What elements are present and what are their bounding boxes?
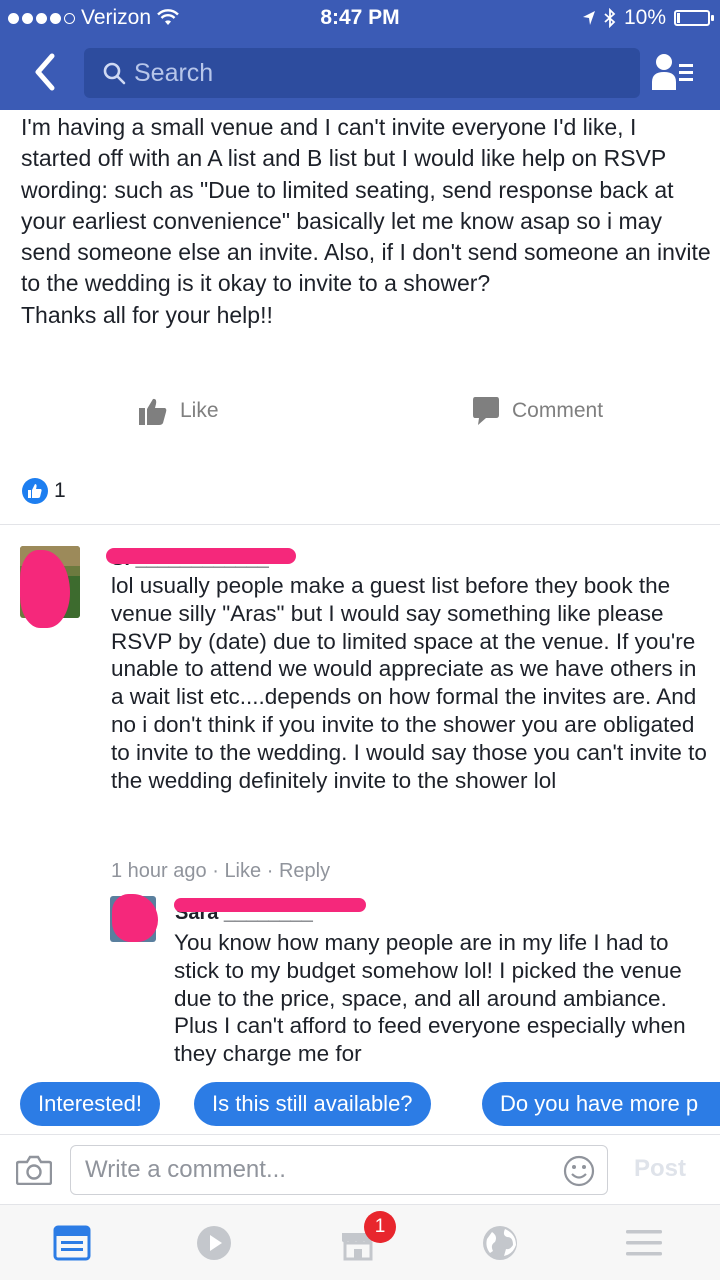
top-nav-bar: Verizon 8:47 PM 10%: [0, 0, 720, 110]
search-icon: [103, 62, 126, 85]
back-arrow-icon[interactable]: [30, 52, 60, 92]
divider: [0, 524, 720, 525]
search-bar[interactable]: [84, 48, 640, 98]
redaction-mark: [112, 894, 158, 942]
comment-reply-link[interactable]: Reply: [279, 860, 330, 882]
post-paragraph: Thanks all for your help!!: [21, 301, 273, 328]
emoji-icon[interactable]: [563, 1155, 595, 1187]
quick-reply-interested[interactable]: Interested!: [20, 1082, 160, 1126]
reaction-summary[interactable]: 1: [22, 478, 66, 504]
quick-reply-still-available[interactable]: Is this still available?: [194, 1082, 431, 1126]
comment-composer: Post: [0, 1134, 720, 1204]
comment-button[interactable]: Comment: [472, 396, 603, 426]
globe-notifications-icon[interactable]: [480, 1223, 520, 1263]
comment-timestamp: 1 hour ago: [111, 860, 207, 882]
meta-separator: ·: [266, 860, 274, 882]
comment-like-link[interactable]: Like: [224, 860, 261, 882]
reply-text: You know how many people are in my life …: [174, 930, 686, 1067]
comment-label: Comment: [512, 399, 604, 422]
bottom-tab-bar: 1: [0, 1204, 720, 1280]
quick-reply-chips: Interested! Is this still available? Do …: [0, 1082, 720, 1128]
post-body: I'm having a small venue and I can't inv…: [21, 112, 711, 331]
reaction-count: 1: [54, 479, 66, 502]
friend-requests-icon[interactable]: [652, 52, 694, 92]
quick-reply-have-more[interactable]: Do you have more p: [482, 1082, 720, 1126]
bluetooth-icon: [604, 8, 616, 28]
redaction-mark: [106, 548, 296, 564]
post-button[interactable]: Post: [634, 1155, 686, 1183]
marketplace-tab[interactable]: 1: [338, 1211, 396, 1263]
like-button[interactable]: Like: [138, 396, 219, 426]
status-bar: Verizon 8:47 PM 10%: [0, 0, 720, 36]
post-actions: Like Comment: [0, 396, 720, 446]
redaction-mark: [174, 898, 366, 912]
comment-meta: 1 hour ago · Like · Reply: [111, 860, 330, 883]
camera-icon[interactable]: [16, 1155, 52, 1185]
video-play-icon[interactable]: [194, 1223, 234, 1263]
comment-bubble-icon: [473, 397, 499, 425]
status-right: 10%: [582, 6, 714, 30]
meta-separator: ·: [212, 860, 219, 882]
post-paragraph: I'm having a small venue and I can't inv…: [21, 114, 711, 297]
comment-text: lol usually people make a guest list bef…: [111, 573, 707, 793]
like-label: Like: [180, 399, 219, 422]
battery-icon: [674, 10, 714, 26]
comment-field[interactable]: [70, 1145, 608, 1195]
like-reaction-icon: [22, 478, 48, 504]
news-feed-icon[interactable]: [52, 1223, 92, 1263]
location-arrow-icon: [582, 11, 595, 25]
menu-icon[interactable]: [624, 1223, 664, 1263]
battery-percent: 10%: [623, 6, 666, 29]
thumbs-up-icon: [139, 398, 167, 425]
notification-badge: 1: [364, 1211, 396, 1243]
comment-input[interactable]: [85, 1146, 555, 1194]
search-input[interactable]: [134, 48, 624, 98]
